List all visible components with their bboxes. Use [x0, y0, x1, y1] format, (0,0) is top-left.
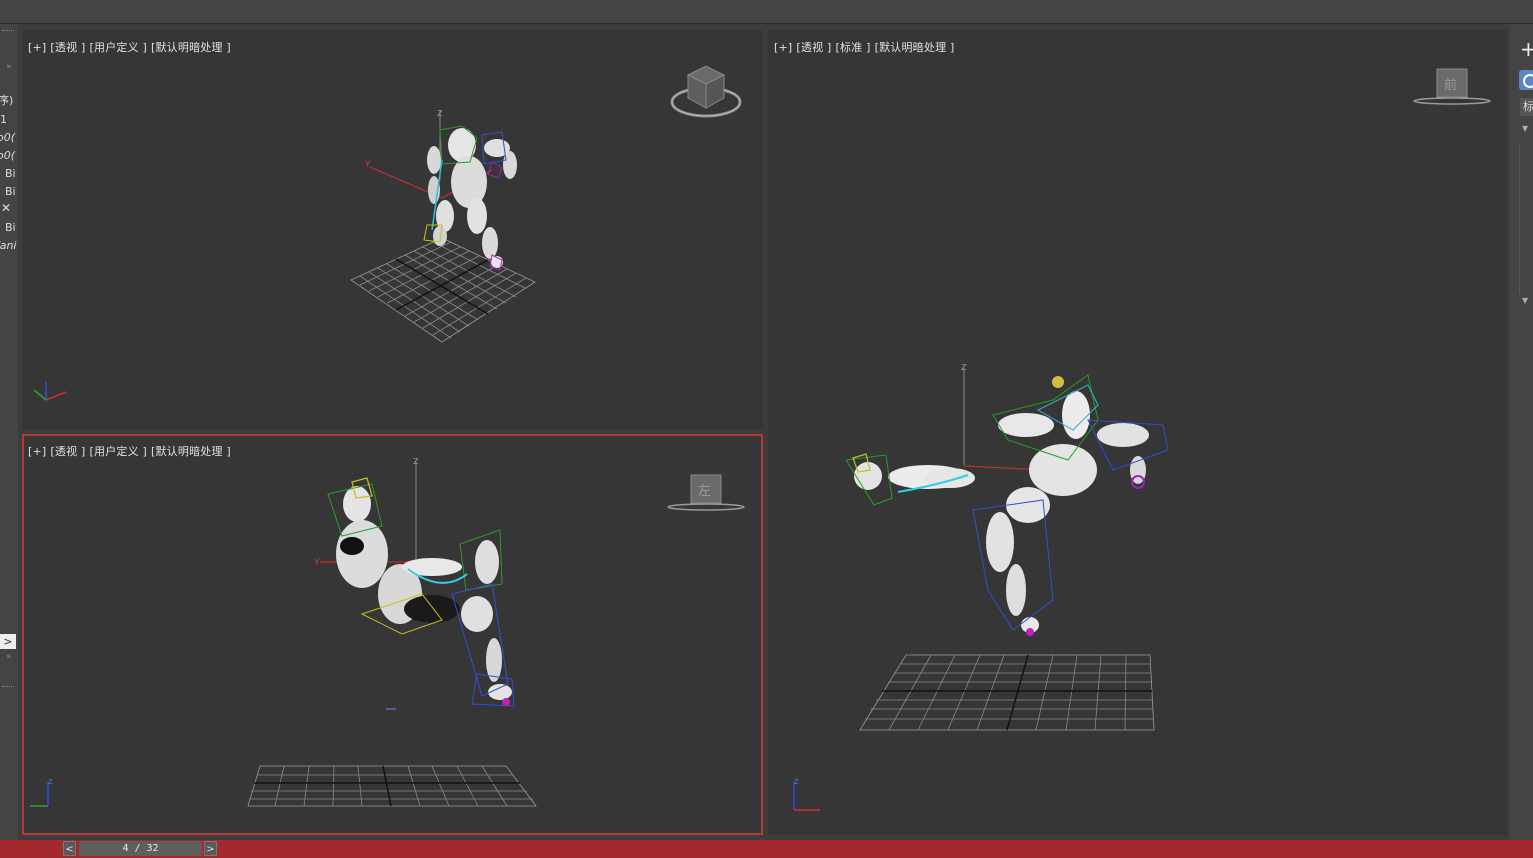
expand-arrows-icon[interactable]: » [6, 652, 12, 662]
expand-arrows-icon[interactable]: » [6, 62, 12, 72]
axis-tripod: Z [793, 778, 820, 811]
axis-label: Y [313, 558, 320, 568]
viewcube[interactable] [670, 65, 742, 118]
create-plus-icon[interactable]: + [1520, 39, 1533, 59]
viewport-standard-menu[interactable]: [标准 ] [836, 41, 871, 54]
axis-tripod: Z [30, 778, 53, 807]
axis-label: Z [437, 109, 443, 118]
next-frame-button[interactable]: > [204, 841, 217, 856]
rollout-arrow-icon[interactable]: ▼ [1522, 296, 1528, 305]
list-item[interactable]: 1 [0, 113, 7, 126]
viewport-pov-menu[interactable]: [透视 ] [796, 41, 831, 54]
viewport-menu-plus[interactable]: [+] [28, 445, 46, 458]
expand-panel-button[interactable]: > [0, 634, 16, 649]
viewport-menu-plus[interactable]: [+] [28, 41, 46, 54]
viewport-pov-menu[interactable]: [透视 ] [50, 445, 85, 458]
right-command-panel: + 标 ▼ ▼ [1510, 24, 1533, 840]
left-command-panel: » 序) 1 o0( o0( Bi Bi ✕ Bi /ani > » [0, 24, 18, 840]
category-tab[interactable]: 标 [1520, 98, 1533, 116]
viewcube-face-label[interactable]: 左 [698, 484, 711, 499]
axis-tripod [33, 382, 67, 401]
viewport-scene: Y Z 左 Z [30, 457, 745, 807]
biped-character[interactable] [845, 374, 1169, 636]
prev-frame-button[interactable]: < [63, 841, 76, 856]
viewport-label[interactable]: [+] [透视 ] [用户定义 ] [默认明暗处理 ] [28, 443, 235, 459]
list-item[interactable]: Bi [5, 167, 16, 180]
viewport-label[interactable]: [+] [透视 ] [用户定义 ] [默认明暗处理 ] [28, 39, 235, 55]
ground-grid [247, 765, 537, 807]
panel-grip[interactable] [2, 30, 14, 33]
viewport-shading-menu[interactable]: [默认明暗处理 ] [151, 445, 231, 458]
shapes-tab-icon[interactable] [1519, 70, 1533, 90]
list-item[interactable]: Bi [5, 221, 16, 234]
ground-grid [859, 654, 1155, 731]
svg-text:Z: Z [48, 778, 53, 786]
list-item[interactable]: 序) [0, 92, 13, 108]
list-item[interactable]: Bi [5, 185, 16, 198]
biped-character[interactable] [327, 477, 515, 707]
tools-icon[interactable]: ✕ [1, 201, 11, 215]
viewcube[interactable]: 左 [667, 474, 745, 511]
viewport-menu-plus[interactable]: [+] [774, 41, 792, 54]
viewport-scene: Z 前 Z [793, 68, 1491, 811]
time-slider-bar: < 4 / 32 > [0, 840, 1533, 858]
axis-label: Z [961, 363, 967, 372]
viewport-pov-menu[interactable]: [透视 ] [50, 41, 85, 54]
axis-label: Z [413, 457, 419, 466]
top-toolbar [0, 0, 1533, 24]
viewport-scene: Y Z [33, 65, 742, 401]
viewcube[interactable]: 前 [1413, 68, 1491, 105]
panel-grip[interactable] [2, 686, 14, 689]
axis-label: Y [364, 160, 371, 170]
viewport-shading-menu[interactable]: [默认明暗处理 ] [875, 41, 955, 54]
frame-indicator[interactable]: 4 / 32 [79, 841, 202, 856]
viewport-perspective-top[interactable]: Y Z [+] [透视] [用户定义] [默认明暗处理] [22, 30, 763, 429]
viewcube-face-label[interactable]: 前 [1444, 77, 1457, 93]
viewport-label[interactable]: [+] [透视 ] [标准 ] [默认明暗处理 ] [774, 39, 958, 55]
rollout-arrow-icon[interactable]: ▼ [1522, 124, 1528, 133]
list-item[interactable]: o0( [0, 149, 15, 162]
list-item[interactable]: o0( [0, 131, 15, 144]
list-item[interactable]: /ani [0, 239, 16, 252]
viewport-standard-menu[interactable]: [用户定义 ] [90, 41, 147, 54]
svg-text:Z: Z [794, 778, 799, 786]
viewport-shading-menu[interactable]: [默认明暗处理 ] [151, 41, 231, 54]
viewport-left-active[interactable]: Y Z 左 Z [+] [透视] [用户定义] [默认明暗处理] [22, 434, 763, 835]
viewport-standard-menu[interactable]: [用户定义 ] [90, 445, 147, 458]
ground-grid [350, 237, 536, 343]
viewport-perspective-right[interactable]: Z 前 Z [+] [透视] [标准] [默认明暗处理] [768, 30, 1508, 835]
